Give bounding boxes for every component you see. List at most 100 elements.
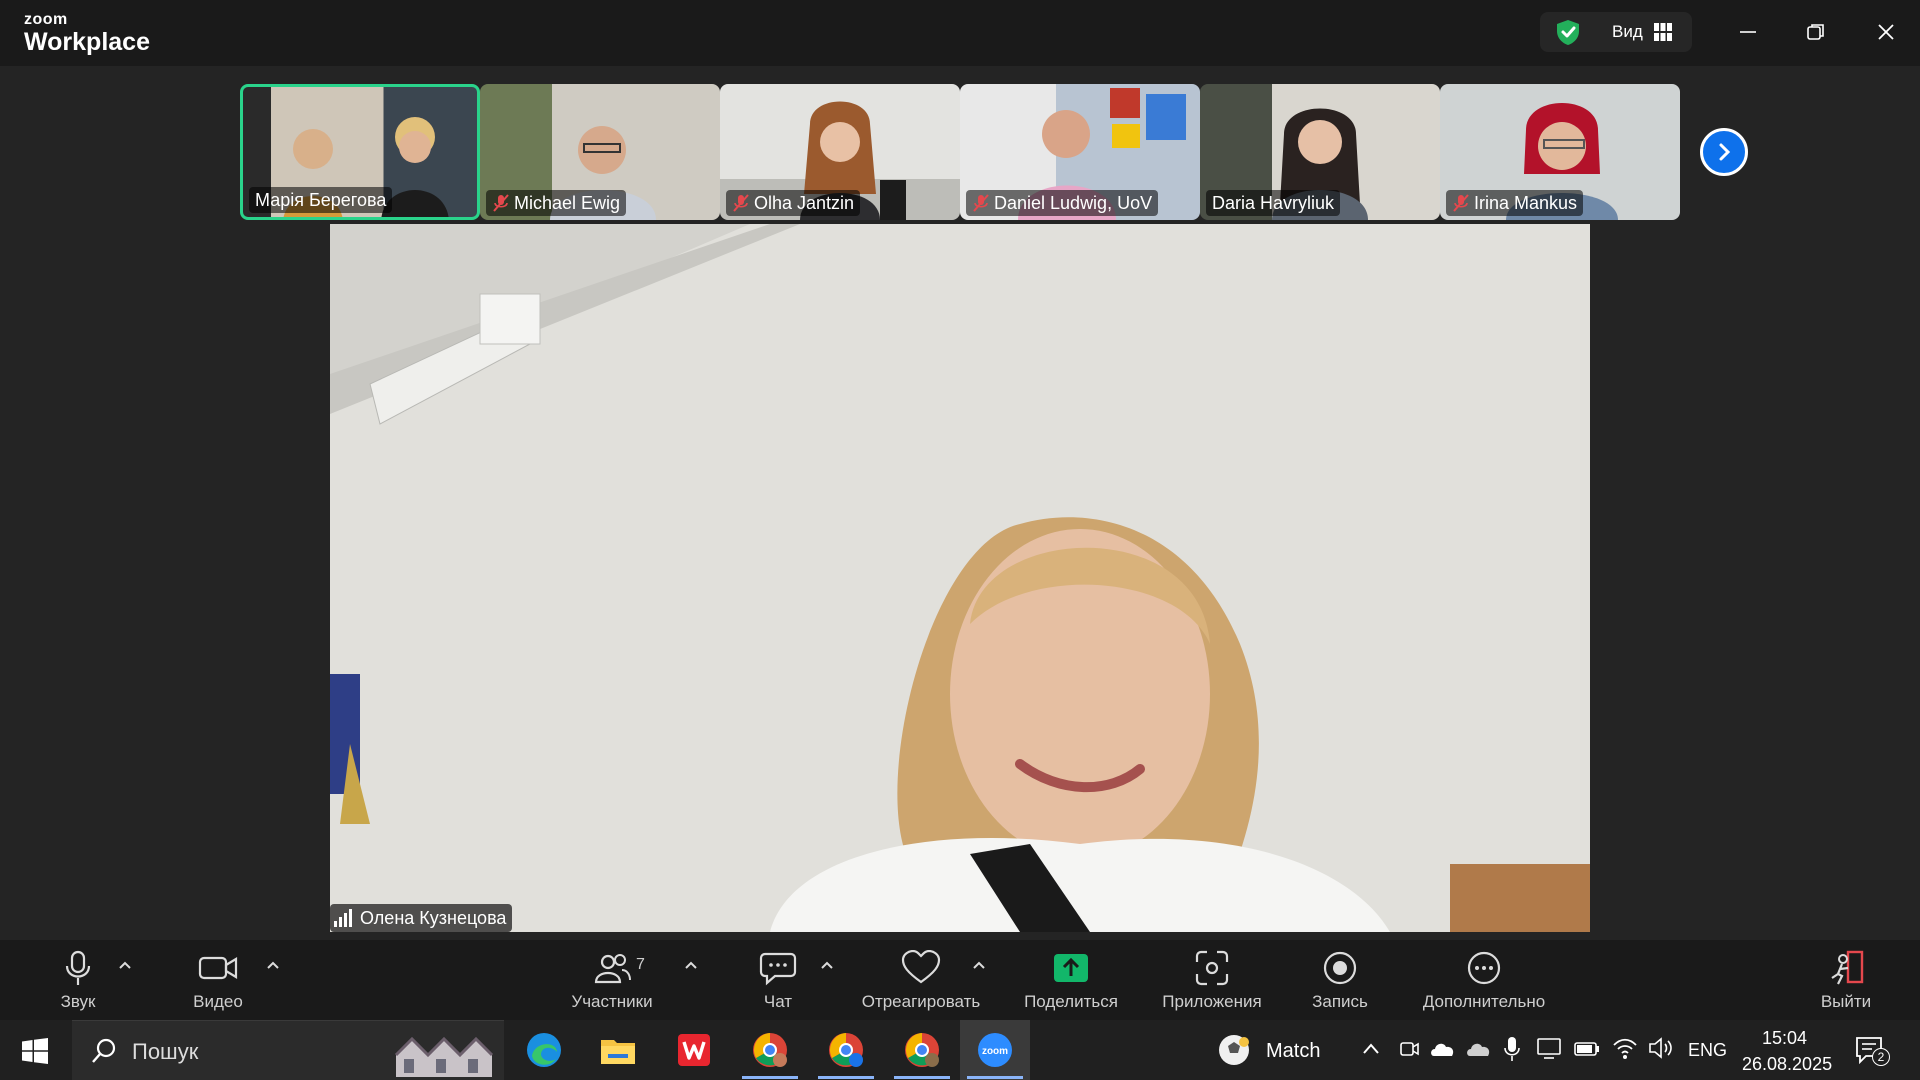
clock-time[interactable]: 15:04 bbox=[1762, 1028, 1807, 1049]
chat-label: Чат bbox=[763, 992, 793, 1011]
more-options-icon bbox=[1467, 951, 1501, 985]
participant-tile[interactable]: Michael Ewig bbox=[480, 84, 720, 220]
video-camera-icon bbox=[198, 956, 238, 980]
chrome-profile-1-icon[interactable] bbox=[750, 1030, 790, 1070]
logo-big-text: Workplace bbox=[24, 28, 150, 56]
zoom-logo: zoom Workplace bbox=[24, 11, 150, 57]
close-icon bbox=[1878, 24, 1894, 40]
microphone-in-use-icon[interactable] bbox=[1504, 1036, 1520, 1062]
participant-name: Марія Берегова bbox=[255, 190, 387, 210]
zoom-taskbar-item[interactable]: zoom bbox=[960, 1020, 1030, 1080]
svg-text:zoom: zoom bbox=[982, 1046, 1008, 1057]
chat-bubble-icon bbox=[759, 952, 797, 986]
participant-name-tag: Daria Havryliuk bbox=[1206, 190, 1341, 216]
file-explorer-icon[interactable] bbox=[598, 1030, 638, 1070]
participant-tile[interactable]: Irina Mankus bbox=[1440, 84, 1680, 220]
audio-options-caret-icon[interactable] bbox=[116, 958, 134, 972]
signal-strength-icon bbox=[334, 909, 352, 927]
record-label: Запись bbox=[1312, 992, 1368, 1011]
active-speaker-video[interactable] bbox=[330, 224, 1590, 932]
apps-label: Приложения bbox=[1162, 992, 1262, 1011]
leave-meeting-button[interactable]: Выйти bbox=[1816, 940, 1876, 1020]
participant-tile[interactable]: Daniel Ludwig, UoV bbox=[960, 84, 1200, 220]
meet-now-icon[interactable] bbox=[1398, 1038, 1420, 1060]
volume-icon[interactable] bbox=[1648, 1036, 1674, 1060]
active-speaker-name-tag: Олена Кузнецова bbox=[330, 904, 513, 932]
running-indicator bbox=[894, 1076, 950, 1079]
participant-name-tag: Olha Jantzin bbox=[726, 190, 861, 216]
participant-name: Michael Ewig bbox=[514, 193, 621, 213]
audio-button[interactable]: Звук bbox=[50, 940, 106, 1020]
notification-center-button[interactable]: 2 bbox=[1852, 1032, 1890, 1068]
running-indicator bbox=[742, 1076, 798, 1079]
more-button[interactable]: Дополнительно bbox=[1410, 940, 1558, 1020]
chat-button[interactable]: Чат bbox=[754, 940, 802, 1020]
video-options-caret-icon[interactable] bbox=[264, 958, 282, 972]
windows-taskbar: Пошук zoom Match ENG 15:04 26.08.2025 2 bbox=[0, 1020, 1920, 1080]
running-indicator bbox=[818, 1076, 874, 1079]
display-settings-icon[interactable] bbox=[1536, 1036, 1562, 1060]
next-page-button[interactable] bbox=[1700, 128, 1748, 176]
logo-small-text: zoom bbox=[24, 11, 68, 28]
edge-browser-icon[interactable] bbox=[524, 1030, 564, 1070]
share-label: Поделиться bbox=[1024, 992, 1118, 1011]
heart-icon bbox=[901, 950, 941, 984]
react-button[interactable]: Отреагировать bbox=[856, 940, 986, 1020]
input-language-indicator[interactable]: ENG bbox=[1688, 1040, 1727, 1061]
view-group: Вид bbox=[1540, 12, 1692, 52]
participant-name: Irina Mankus bbox=[1474, 193, 1578, 213]
apps-button[interactable]: Приложения bbox=[1156, 940, 1268, 1020]
react-label: Отреагировать bbox=[861, 992, 981, 1011]
weather-widget-label[interactable]: Match bbox=[1266, 1040, 1320, 1063]
more-label: Дополнительно bbox=[1422, 992, 1546, 1011]
taskbar-search[interactable]: Пошук bbox=[72, 1020, 504, 1080]
restore-button[interactable] bbox=[1792, 12, 1840, 52]
clock-date[interactable]: 26.08.2025 bbox=[1742, 1054, 1832, 1075]
participants-button[interactable]: Участники bbox=[566, 940, 658, 1020]
wifi-icon[interactable] bbox=[1612, 1036, 1638, 1060]
chrome-profile-3-icon[interactable] bbox=[902, 1030, 942, 1070]
participant-tile[interactable]: Daria Havryliuk bbox=[1200, 84, 1440, 220]
title-bar: zoom Workplace Вид bbox=[0, 0, 1920, 66]
participant-name-tag: Daniel Ludwig, UoV bbox=[966, 190, 1159, 216]
leave-label: Выйти bbox=[1820, 992, 1872, 1011]
participants-options-caret-icon[interactable] bbox=[682, 958, 700, 972]
security-shield-icon[interactable] bbox=[1554, 18, 1582, 46]
onedrive-icon[interactable] bbox=[1430, 1038, 1456, 1060]
chat-options-caret-icon[interactable] bbox=[818, 958, 836, 972]
participant-name-tag: Irina Mankus bbox=[1446, 190, 1584, 216]
notification-count-badge: 2 bbox=[1872, 1048, 1890, 1066]
leave-icon bbox=[1831, 950, 1864, 985]
close-button[interactable] bbox=[1862, 12, 1910, 52]
gallery-grid-icon[interactable] bbox=[1654, 23, 1672, 41]
onedrive-secondary-icon[interactable] bbox=[1466, 1038, 1492, 1060]
minimize-button[interactable] bbox=[1724, 12, 1772, 52]
windows-start-icon[interactable] bbox=[22, 1038, 48, 1064]
running-indicator bbox=[967, 1076, 1023, 1079]
video-button[interactable]: Видео bbox=[186, 940, 250, 1020]
participant-name: Daniel Ludwig, UoV bbox=[994, 193, 1153, 213]
participant-name: Olha Jantzin bbox=[754, 193, 855, 213]
record-icon bbox=[1323, 951, 1357, 985]
minimize-icon bbox=[1740, 31, 1756, 33]
view-button-label[interactable]: Вид bbox=[1612, 22, 1643, 42]
react-options-caret-icon[interactable] bbox=[970, 958, 988, 972]
zoom-app-icon: zoom bbox=[978, 1033, 1012, 1067]
active-speaker-name: Олена Кузнецова bbox=[360, 908, 507, 928]
show-hidden-icons-caret-icon[interactable] bbox=[1362, 1042, 1380, 1056]
battery-icon[interactable] bbox=[1574, 1040, 1600, 1058]
chrome-profile-2-icon[interactable] bbox=[826, 1030, 866, 1070]
participants-count: 7 bbox=[636, 956, 645, 973]
participant-name-tag: Michael Ewig bbox=[486, 190, 627, 216]
video-label: Видео bbox=[193, 992, 243, 1011]
record-button[interactable]: Запись bbox=[1306, 940, 1374, 1020]
wps-office-icon[interactable] bbox=[674, 1030, 714, 1070]
participants-icon bbox=[594, 954, 631, 984]
participant-name: Daria Havryliuk bbox=[1212, 193, 1335, 213]
participant-tile[interactable]: Марія Берегова bbox=[240, 84, 480, 220]
muted-mic-icon bbox=[1453, 194, 1469, 212]
soccer-ball-icon[interactable] bbox=[1216, 1032, 1252, 1068]
share-screen-button[interactable]: Поделиться bbox=[1020, 940, 1122, 1020]
muted-mic-icon bbox=[733, 194, 749, 212]
participant-tile[interactable]: Olha Jantzin bbox=[720, 84, 960, 220]
